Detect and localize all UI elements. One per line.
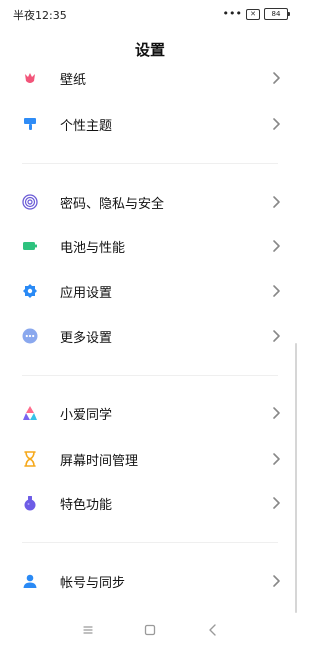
settings-item-xiaoai[interactable]: 小爱同学 [0, 393, 300, 433]
section-divider [22, 375, 278, 376]
settings-item-label: 应用设置 [60, 286, 113, 301]
status-bar: 半夜12:35 ••• ✕ 84 [0, 0, 300, 28]
status-icons: ••• ✕ 84 [222, 7, 290, 20]
chevron-right-icon [273, 285, 280, 297]
section-divider [22, 163, 278, 164]
settings-item-features[interactable]: 特色功能 [0, 483, 300, 523]
settings-item-label: 小爱同学 [60, 408, 113, 423]
theme-brush-icon [24, 118, 36, 130]
settings-item-privacy-security[interactable]: 密码、隐私与安全 [0, 182, 300, 222]
scrollbar[interactable] [295, 343, 297, 613]
potion-icon [24, 496, 36, 511]
fingerprint-icon [22, 194, 38, 210]
notification-dots-icon: ••• [222, 7, 242, 20]
chevron-right-icon [273, 240, 280, 252]
chevron-right-icon [273, 497, 280, 509]
battery-icon [23, 242, 37, 250]
settings-item-label: 屏幕时间管理 [60, 454, 139, 469]
settings-item-label: 帐号与同步 [60, 576, 126, 591]
settings-item-account-sync[interactable]: 帐号与同步 [0, 561, 300, 601]
settings-item-wallpaper[interactable]: 壁纸 [0, 58, 300, 98]
settings-item-battery-performance[interactable]: 电池与性能 [0, 226, 300, 266]
chevron-right-icon [273, 330, 280, 342]
settings-item-label: 密码、隐私与安全 [60, 197, 165, 212]
wallpaper-icon [25, 73, 35, 83]
battery-status-icon: 84 [264, 8, 290, 20]
system-nav-bar [0, 610, 300, 650]
chevron-right-icon [273, 118, 280, 130]
chevron-right-icon [273, 72, 280, 84]
home-icon[interactable] [142, 622, 158, 638]
status-time: 半夜12:35 [13, 9, 67, 22]
settings-item-app-settings[interactable]: 应用设置 [0, 271, 300, 311]
settings-item-label: 个性主题 [60, 119, 113, 134]
hourglass-icon [24, 451, 36, 467]
chevron-right-icon [273, 575, 280, 587]
settings-item-screen-time[interactable]: 屏幕时间管理 [0, 439, 300, 479]
chevron-right-icon [273, 196, 280, 208]
xiaoai-icon [23, 406, 37, 420]
app-settings-gear-icon [23, 284, 37, 298]
menu-icon[interactable] [80, 622, 96, 638]
more-dots-icon [22, 328, 38, 344]
chevron-right-icon [273, 453, 280, 465]
settings-item-label: 壁纸 [60, 73, 87, 88]
back-icon[interactable] [205, 622, 221, 638]
no-sim-icon: ✕ [246, 8, 260, 20]
settings-item-theme[interactable]: 个性主题 [0, 104, 300, 144]
page-title: 设置 [134, 41, 165, 59]
settings-item-label: 电池与性能 [60, 241, 126, 256]
settings-item-label: 更多设置 [60, 331, 113, 346]
settings-item-label: 特色功能 [60, 498, 113, 513]
settings-item-more-settings[interactable]: 更多设置 [0, 316, 300, 356]
chevron-right-icon [273, 407, 280, 419]
account-person-icon [23, 574, 37, 588]
section-divider [22, 542, 278, 543]
